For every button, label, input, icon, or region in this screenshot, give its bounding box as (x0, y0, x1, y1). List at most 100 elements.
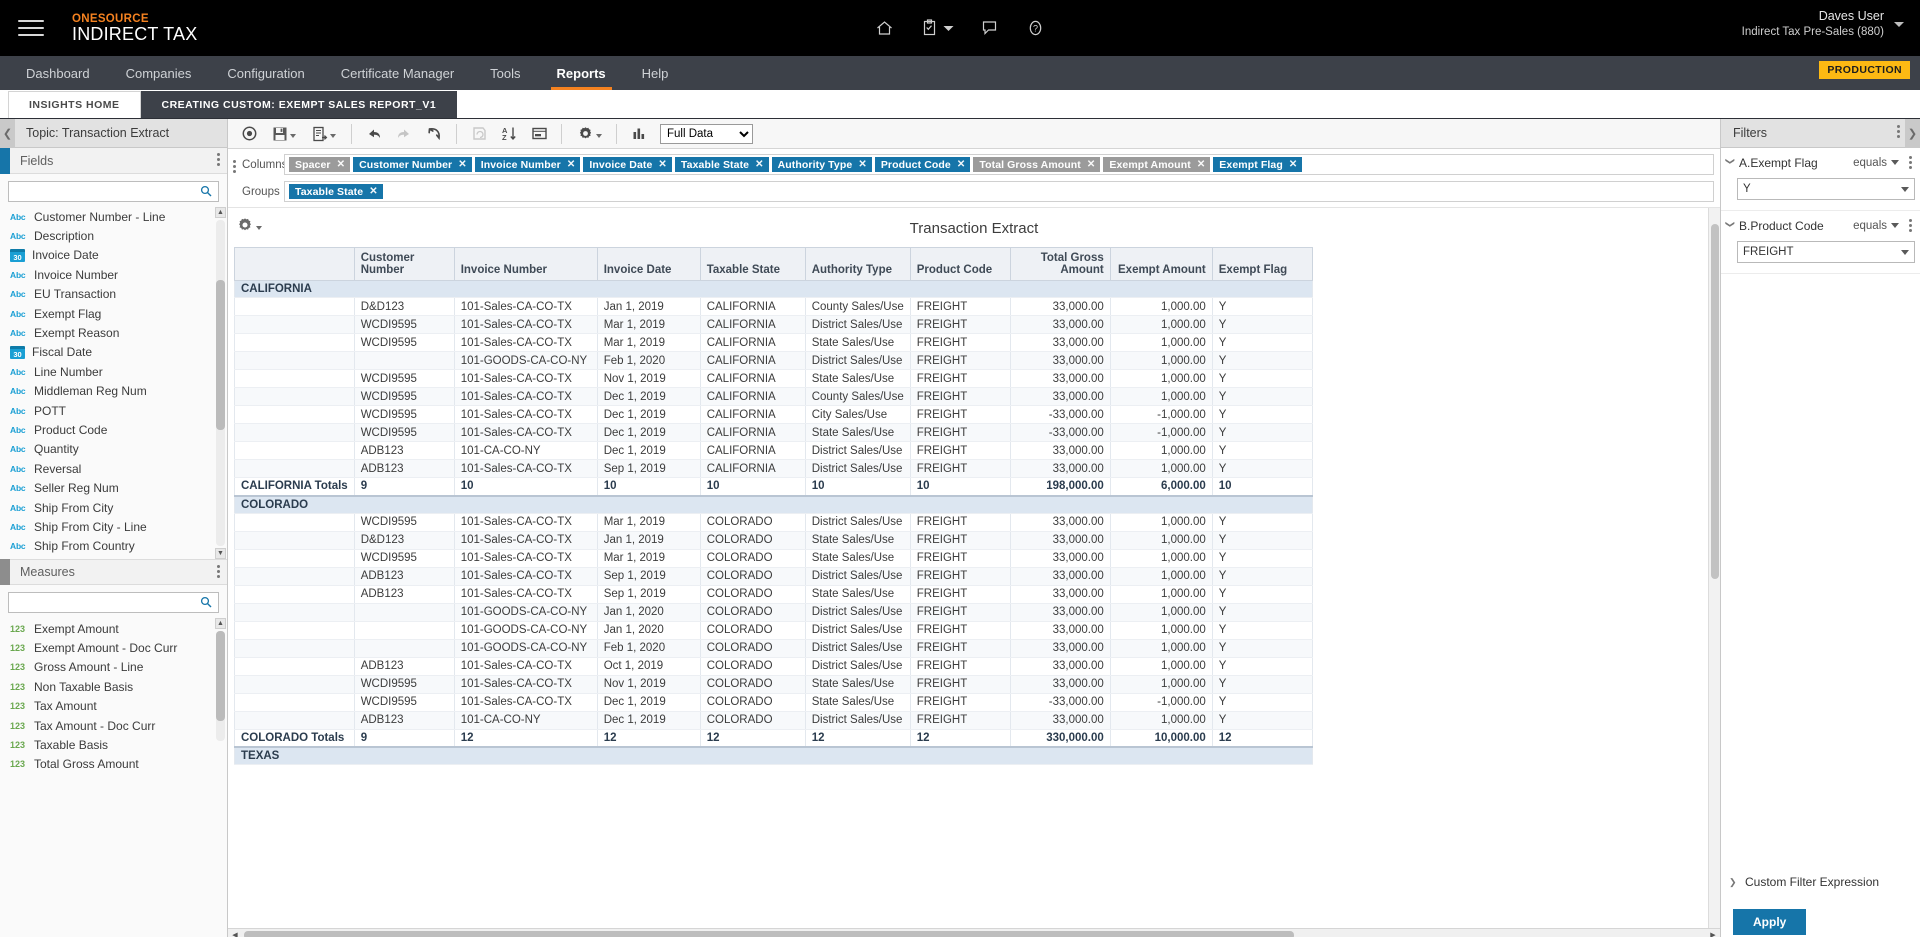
field-list-item[interactable]: Abc Exempt Reason (10, 323, 227, 342)
table-row[interactable]: WCDI9595 101-Sales-CA-CO-TX Nov 1, 2019 COL… (234, 675, 1313, 694)
remove-chip-icon[interactable]: ✕ (567, 159, 575, 170)
table-header-cell[interactable]: Exempt Flag (1211, 247, 1313, 281)
fields-scrollbar[interactable] (216, 220, 225, 546)
remove-chip-icon[interactable]: ✕ (337, 159, 345, 170)
filters-options-kebab-icon[interactable] (1897, 123, 1900, 140)
field-list-item[interactable]: Abc Invoice Number (10, 265, 227, 284)
filter-options-kebab-icon[interactable] (1909, 217, 1912, 234)
field-list-item[interactable]: 30 Invoice Date (10, 246, 227, 265)
user-menu-chevron-down-icon[interactable] (1894, 21, 1904, 27)
table-header-cell[interactable]: Exempt Amount (1109, 247, 1213, 281)
table-row[interactable]: WCDI9595 101-Sales-CA-CO-TX Mar 1, 2019 COL… (234, 513, 1313, 532)
measures-scroll-up-icon[interactable]: ▲ (215, 618, 226, 629)
table-row[interactable]: WCDI9595 101-Sales-CA-CO-TX Dec 1, 2019 COL… (234, 693, 1313, 712)
hscroll-right-icon[interactable]: ▶ (1706, 929, 1720, 937)
measures-options-kebab-icon[interactable] (217, 563, 220, 580)
tasks-icon[interactable] (921, 18, 954, 38)
hscroll-track[interactable] (242, 929, 1706, 937)
table-row[interactable]: ADB123 101-CA-CO-NY Dec 1, 2019 COLORADO Dis… (234, 711, 1313, 730)
field-list-item[interactable]: Abc Description (10, 226, 227, 245)
nav-item-companies[interactable]: Companies (108, 56, 210, 90)
table-header-cell[interactable]: Taxable State (699, 247, 806, 281)
field-list-item[interactable]: Abc Reversal (10, 459, 227, 478)
remove-chip-icon[interactable]: ✕ (369, 186, 377, 197)
help-icon[interactable]: ? (1026, 18, 1046, 38)
measures-search-input[interactable] (8, 592, 219, 613)
table-row[interactable]: ADB123 101-Sales-CA-CO-TX Oct 1, 2019 COLOR… (234, 657, 1313, 676)
settings-icon[interactable] (569, 120, 609, 148)
table-header-cell[interactable]: Invoice Date (596, 247, 701, 281)
custom-filter-chevron-right-icon[interactable]: ❯ (1729, 877, 1739, 888)
remove-chip-icon[interactable]: ✕ (1289, 159, 1297, 170)
filter-value-select[interactable]: FREIGHT (1737, 241, 1915, 263)
table-row[interactable]: WCDI9595 101-Sales-CA-CO-TX Nov 1, 2019 CAL… (234, 369, 1313, 388)
hamburger-menu-icon[interactable] (18, 15, 44, 41)
export-chevron-down-icon[interactable] (330, 134, 336, 138)
tab-insights-home[interactable]: INSIGHTS HOME (8, 91, 141, 118)
field-list-item[interactable]: Abc Quantity (10, 440, 227, 459)
measure-list-item[interactable]: 123 Exempt Amount (10, 619, 227, 638)
measure-list-item[interactable]: 123 Total Gross Amount (10, 755, 227, 774)
remove-chip-icon[interactable]: ✕ (755, 159, 763, 170)
table-header-cell[interactable] (234, 247, 355, 281)
table-row[interactable]: WCDI9595 101-Sales-CA-CO-TX Mar 1, 2019 CAL… (234, 333, 1313, 352)
nav-item-dashboard[interactable]: Dashboard (8, 56, 108, 90)
remove-chip-icon[interactable]: ✕ (1197, 159, 1205, 170)
hscroll-left-icon[interactable]: ◀ (228, 929, 242, 937)
measures-list[interactable]: 123 Exempt Amount 123 Exempt Amount - Doc C… (0, 618, 227, 937)
table-row[interactable]: WCDI9595 101-Sales-CA-CO-TX Dec 1, 2019 CAL… (234, 423, 1313, 442)
filter-options-kebab-icon[interactable] (1909, 154, 1912, 171)
report-table[interactable]: Customer Number Invoice Number Invoice Dat… (234, 247, 1313, 765)
table-header-cell[interactable]: Authority Type (804, 247, 911, 281)
field-list-item[interactable]: Abc Middleman Reg Num (10, 382, 227, 401)
table-header-cell[interactable]: Customer Number (353, 247, 455, 281)
settings-chevron-down-icon[interactable] (595, 134, 602, 138)
revert-icon[interactable] (419, 120, 449, 148)
measure-list-item[interactable]: 123 Non Taxable Basis (10, 677, 227, 696)
fields-list[interactable]: Abc Customer Number - Line Abc Description 3… (0, 207, 227, 559)
measure-list-item[interactable]: 123 Exempt Amount - Doc Curr (10, 638, 227, 657)
report-settings-chevron-down-icon[interactable] (256, 225, 262, 230)
table-row[interactable]: WCDI9595 101-Sales-CA-CO-TX Mar 1, 2019 CAL… (234, 315, 1313, 334)
report-settings-icon[interactable] (236, 216, 262, 234)
table-header-cell[interactable]: Total Gross Amount (1009, 247, 1111, 281)
field-list-item[interactable]: Abc Ship From Country (10, 537, 227, 556)
chart-icon[interactable] (624, 120, 654, 148)
nav-item-certificate-manager[interactable]: Certificate Manager (323, 56, 472, 90)
undo-icon[interactable] (359, 120, 389, 148)
field-list-item[interactable]: Abc Line Number (10, 362, 227, 381)
table-row[interactable]: D&D123 101-Sales-CA-CO-TX Jan 1, 2019 CALIF… (234, 297, 1313, 316)
tab-creating-custom-report[interactable]: CREATING CUSTOM: EXEMPT SALES REPORT_V1 (140, 91, 458, 118)
field-list-item[interactable]: Abc Ship From City (10, 498, 227, 517)
field-list-item[interactable]: Abc Seller Reg Num (10, 478, 227, 497)
table-row[interactable]: 101-GOODS-CA-CO-NY Feb 1, 2020 COLORADO Dis… (234, 639, 1313, 658)
filter-expand-chevron-down-icon[interactable]: ❯ (1725, 221, 1736, 231)
filter-operator-chevron-down-icon[interactable] (1891, 160, 1899, 165)
remove-chip-icon[interactable]: ✕ (957, 159, 965, 170)
filters-panel-collapse-icon[interactable]: ❯ (1905, 119, 1920, 148)
chat-icon[interactable] (980, 18, 1000, 38)
nav-item-configuration[interactable]: Configuration (209, 56, 322, 90)
field-list-item[interactable]: 30 Fiscal Date (10, 343, 227, 362)
apply-button[interactable]: Apply (1733, 909, 1807, 935)
filter-expand-chevron-down-icon[interactable]: ❯ (1725, 158, 1736, 168)
search-icon[interactable] (200, 185, 212, 200)
measure-list-item[interactable]: 123 Tax Amount - Doc Curr (10, 716, 227, 735)
measure-list-item[interactable]: 123 Tax Amount (10, 697, 227, 716)
measure-list-item[interactable]: 123 Taxable Basis (10, 735, 227, 754)
save-icon[interactable] (264, 120, 304, 148)
fields-scroll-up-icon[interactable]: ▲ (215, 207, 226, 218)
report-horizontal-scrollbar[interactable]: ◀ ▶ (228, 928, 1720, 937)
filter-operator[interactable]: equals (1853, 157, 1899, 169)
filter-operator-chevron-down-icon[interactable] (1891, 223, 1899, 228)
shelf-options-kebab-icon[interactable] (233, 158, 1713, 175)
report-vertical-scrollbar[interactable] (1708, 208, 1720, 928)
hscroll-thumb[interactable] (244, 930, 1294, 937)
filter-value-select[interactable]: Y (1737, 178, 1915, 200)
fields-options-kebab-icon[interactable] (217, 151, 220, 168)
table-row[interactable]: WCDI9595 101-Sales-CA-CO-TX Dec 1, 2019 CAL… (234, 387, 1313, 406)
layout-icon[interactable] (524, 120, 554, 148)
table-header-cell[interactable]: Product Code (909, 247, 1011, 281)
field-list-item[interactable]: Abc Customer Number - Line (10, 207, 227, 226)
table-row[interactable]: 101-GOODS-CA-CO-NY Jan 1, 2020 COLORADO Dis… (234, 621, 1313, 640)
